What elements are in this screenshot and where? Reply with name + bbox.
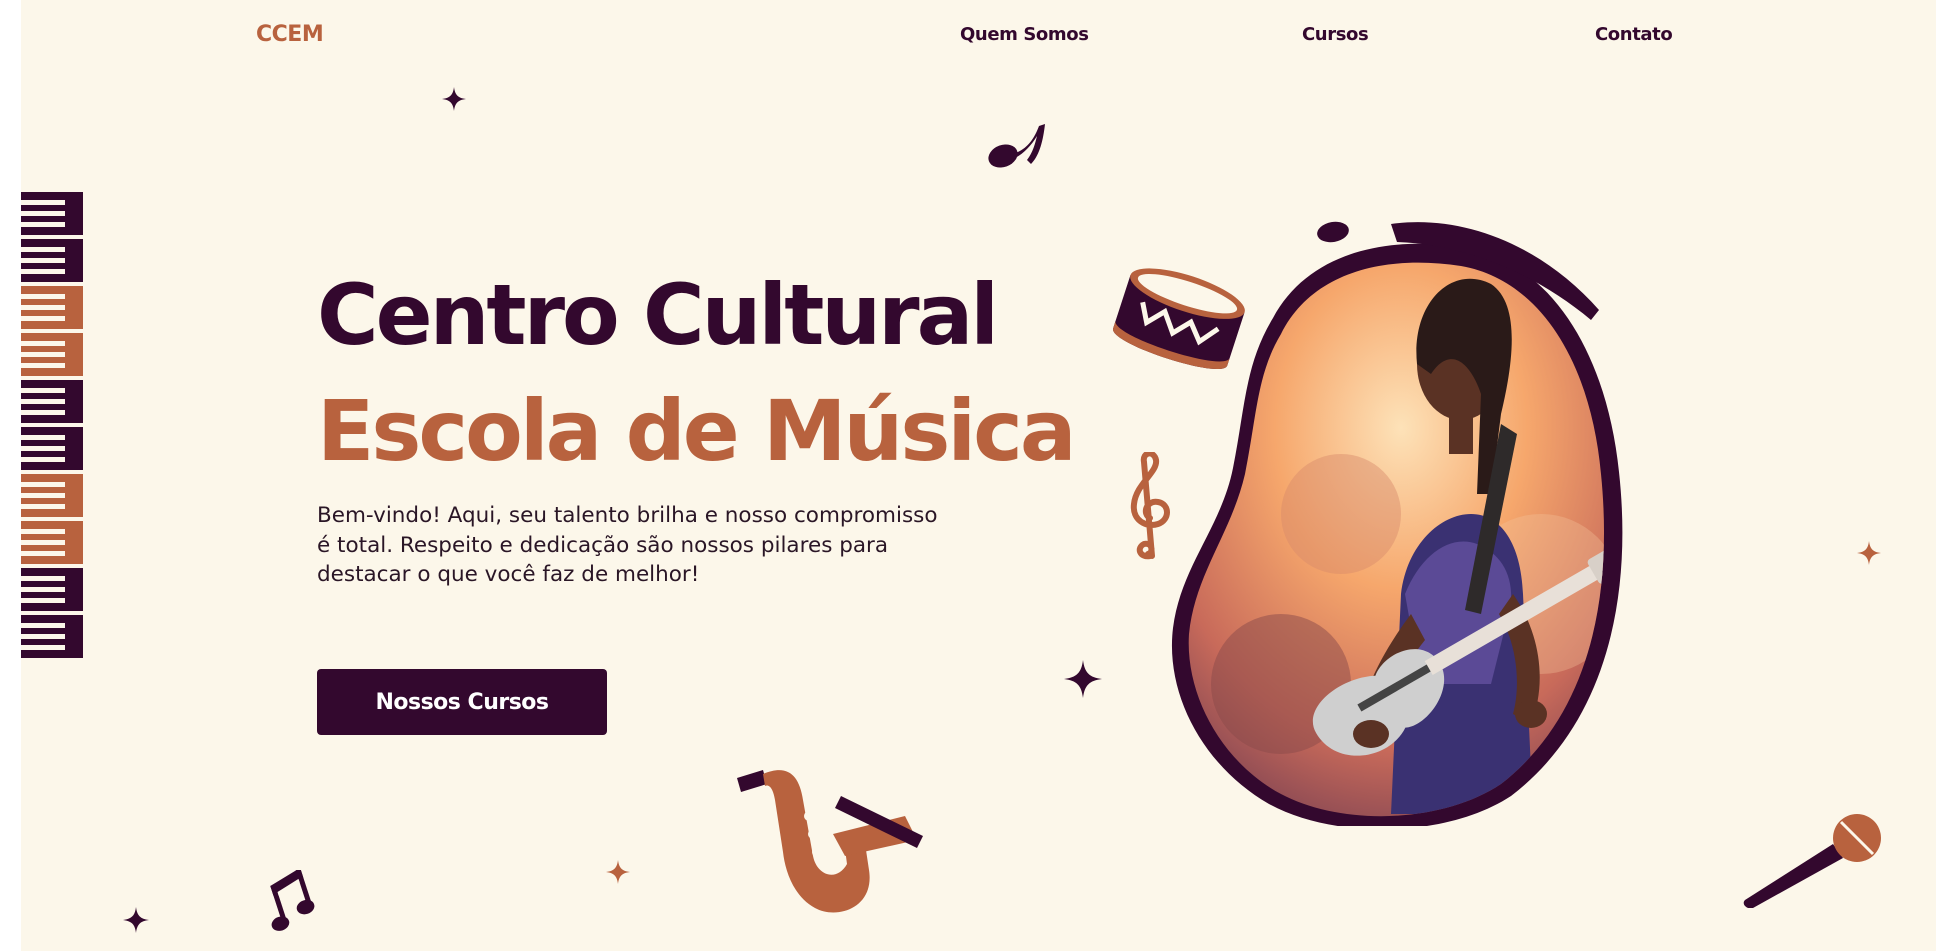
sparkle-icon [123, 907, 149, 933]
piano-key-gap [21, 482, 65, 487]
piano-key-gap [21, 399, 65, 404]
piano-key-gap [21, 410, 65, 415]
nav-link-contato[interactable]: Contato [1595, 24, 1673, 45]
nav-link-cursos[interactable]: Cursos [1302, 24, 1369, 45]
piano-key-gap [21, 457, 65, 462]
nav-link-quem-somos[interactable]: Quem Somos [960, 24, 1089, 45]
piano-key-gap [21, 576, 65, 581]
sparkle-icon [1064, 660, 1102, 698]
piano-key-gap [21, 446, 65, 451]
piano-key-gap [21, 222, 65, 227]
microphone-icon [1743, 814, 1881, 908]
piano-key-gap [21, 258, 65, 263]
courses-button[interactable]: Nossos Cursos [317, 669, 607, 735]
piano-key-gap [21, 587, 65, 592]
piano-key-gap [21, 305, 65, 310]
piano-key-gap [21, 529, 65, 534]
piano-key-gap [21, 363, 65, 368]
sparkle-icon [1857, 541, 1881, 565]
piano-key-gap [21, 645, 65, 650]
piano-key-gap [21, 623, 65, 628]
landing-page: CCEM Quem Somos Cursos Contato Centro Cu… [21, 0, 1936, 951]
piano-key-gap [21, 294, 65, 299]
music-note-icon [988, 124, 1045, 168]
musician-photo [1172, 221, 1623, 826]
hero-description: Bem-vindo! Aqui, seu talento brilha e no… [317, 503, 938, 587]
piano-key-gap [21, 352, 65, 357]
hero-subtitle: Escola de Música [317, 382, 1077, 480]
saxophone-icon [737, 770, 923, 913]
hero-title: Centro Cultural [317, 266, 999, 364]
piano-key-gap [21, 634, 65, 639]
sparkle-icon [442, 87, 466, 111]
piano-key-gap [21, 540, 65, 545]
piano-key-gap [21, 200, 65, 205]
piano-key-gap [21, 598, 65, 603]
piano-key-gap [21, 504, 65, 509]
piano-key-gap [21, 247, 65, 252]
piano-key-gap [21, 269, 65, 274]
piano-key-gap [21, 341, 65, 346]
piano-key-gap [21, 493, 65, 498]
piano-key-gap [21, 551, 65, 556]
site-logo[interactable]: CCEM [256, 22, 324, 47]
piano-key-gap [21, 435, 65, 440]
piano-keys-icon [21, 192, 83, 658]
double-note-icon [270, 870, 315, 931]
piano-key-gap [21, 316, 65, 321]
piano-key-gap [21, 388, 65, 393]
sparkle-icon [606, 860, 630, 884]
piano-key-gap [21, 211, 65, 216]
